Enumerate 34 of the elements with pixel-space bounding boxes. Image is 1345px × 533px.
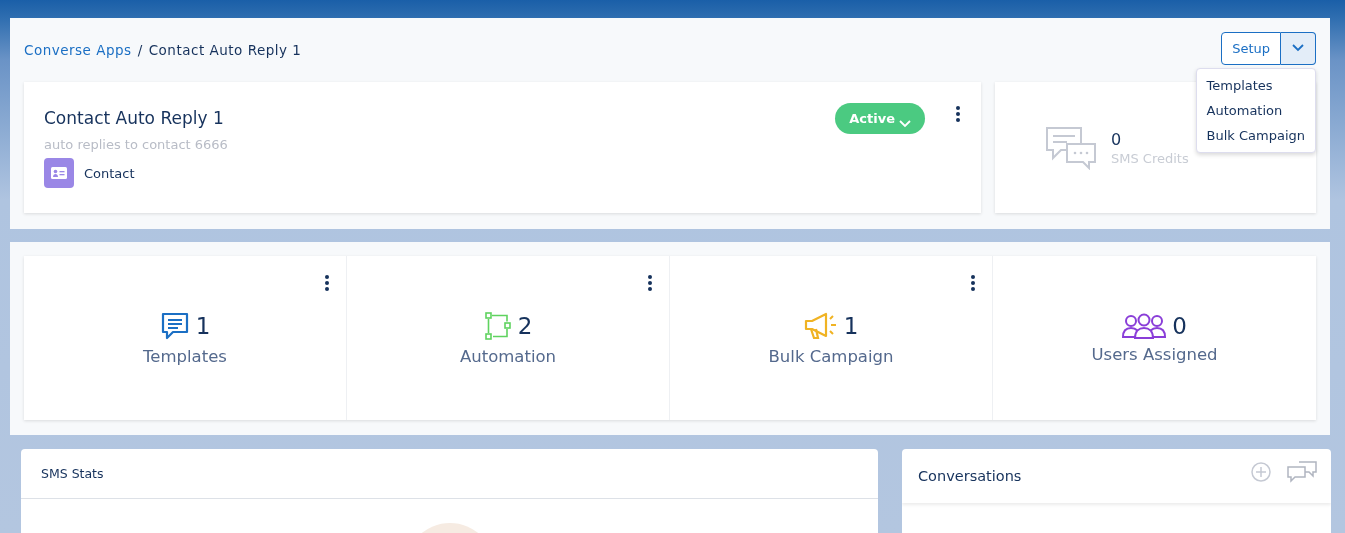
setup-dropdown-button[interactable] (1281, 31, 1316, 65)
menu-item[interactable]: Templates (1196, 72, 1315, 98)
chat-icon (159, 310, 190, 341)
stat-count: 1 (195, 312, 211, 339)
app-description: auto replies to contact 6666 (44, 137, 228, 152)
credits-value: 0 (1111, 129, 1123, 149)
breadcrumb-current: Contact Auto Reply 1 (148, 42, 302, 58)
stat-label: Automation (459, 346, 557, 366)
users-icon (1122, 312, 1167, 339)
more-options-icon[interactable] (324, 274, 330, 292)
card-title: Conversations (918, 468, 1022, 484)
app-title: Contact Auto Reply 1 (44, 108, 225, 128)
chevron-down-icon (1292, 44, 1304, 52)
stat-count: 1 (843, 312, 859, 339)
menu-item[interactable]: Bulk Campaign (1196, 122, 1315, 148)
megaphone-icon (803, 310, 838, 341)
setup-button[interactable]: Setup (1221, 31, 1281, 65)
chat-bubbles-icon (1045, 125, 1097, 170)
menu-item[interactable]: Automation (1196, 97, 1315, 123)
breadcrumb-separator: / (137, 42, 143, 58)
stat-label: Bulk Campaign (768, 346, 894, 366)
stat-label: Users Assigned (1091, 344, 1218, 364)
more-options-icon[interactable] (647, 274, 653, 292)
flow-icon (483, 310, 512, 341)
contact-card-icon (44, 158, 74, 188)
object-label: Contact (84, 165, 135, 181)
stat-count: 2 (517, 312, 533, 339)
chevron-down-icon (899, 119, 911, 128)
more-options-icon[interactable] (970, 274, 976, 292)
breadcrumb-link[interactable]: Converse Apps (24, 42, 132, 58)
stat-label: Templates (143, 346, 227, 366)
stat-count: 0 (1172, 312, 1187, 339)
more-options-icon[interactable] (955, 105, 961, 123)
card-title: SMS Stats (41, 466, 104, 481)
